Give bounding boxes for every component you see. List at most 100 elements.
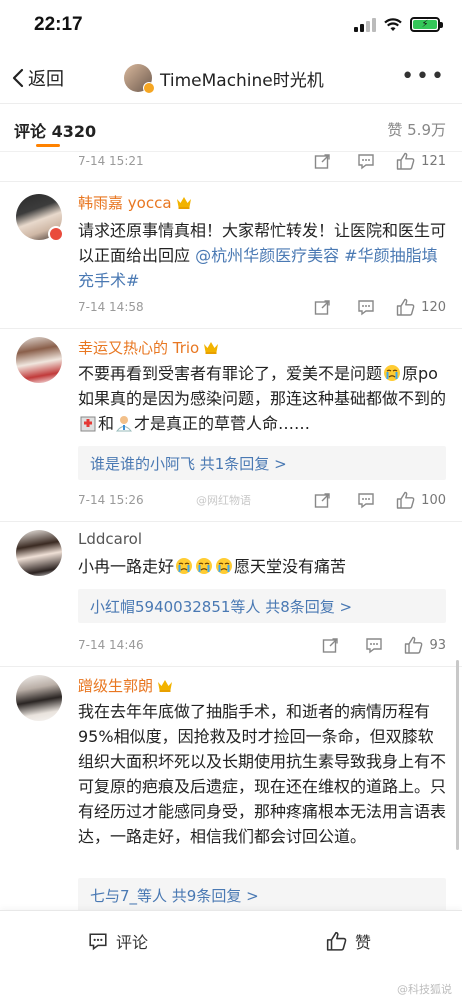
- verified-badge-icon: [143, 82, 155, 94]
- comment-text-body: 和: [98, 414, 115, 433]
- share-button[interactable]: [300, 492, 344, 509]
- comment-text: 我在去年年底做了抽脂手术，和逝者的病情历程有95%相似度，因抢救及时才捡回一条命…: [78, 702, 447, 846]
- more-button[interactable]: •••: [401, 66, 446, 88]
- divider: [0, 181, 462, 182]
- comment-meta: 7-14 15:21 121: [0, 152, 462, 172]
- share-icon: [314, 299, 330, 315]
- share-button[interactable]: [300, 299, 344, 316]
- comment-text: 请求还原事情真相！大家帮忙转发！让医院和医生可以正面给出回应 @杭州华颜医疗美容…: [78, 218, 448, 293]
- comment-actions: 121: [300, 152, 446, 170]
- nav-title[interactable]: TimeMachine时光机: [124, 64, 324, 94]
- reply-thread-link[interactable]: 七与7_等人 共9条回复 >: [78, 878, 446, 910]
- comment-button-label: 评论: [116, 933, 149, 952]
- doctor-emoji-icon: [115, 416, 133, 432]
- comment-actions: 100: [300, 491, 446, 509]
- comment-actions: 93: [308, 636, 446, 654]
- comment-time: 7-14 14:58: [78, 300, 144, 314]
- like-button[interactable]: 100: [396, 491, 446, 509]
- bottom-action-bar: 评论 赞 @科技狐说: [0, 910, 462, 1000]
- comment-meta: 7-14 14:46 93: [0, 636, 462, 656]
- user-avatar[interactable]: [16, 530, 62, 576]
- comment-text: 小冉一路走好 愿天堂没有痛苦: [78, 554, 448, 579]
- share-icon: [322, 637, 338, 653]
- comment-icon: [89, 933, 107, 950]
- comment-actions: 120: [300, 298, 446, 316]
- like-button[interactable]: 120: [396, 298, 446, 316]
- thumbs-up-icon: [396, 152, 415, 170]
- username-text: 蹭级生郭朗: [78, 677, 154, 695]
- share-button[interactable]: [300, 153, 344, 170]
- like-button-label: 赞: [355, 933, 372, 952]
- like-count: 120: [421, 299, 446, 315]
- comment-meta: 7-14 14:58 120: [0, 298, 462, 318]
- wifi-icon: [384, 17, 402, 31]
- account-name: TimeMachine时光机: [160, 70, 324, 91]
- like-button[interactable]: 121: [396, 152, 446, 170]
- like-count: 93: [429, 637, 446, 653]
- comment-icon: [358, 299, 374, 315]
- username[interactable]: Lddcarol: [78, 530, 142, 548]
- status-bar: 22:17 ⚡: [0, 0, 462, 52]
- back-label: 返回: [28, 69, 64, 90]
- thumbs-up-icon: [405, 636, 423, 654]
- like-button-main[interactable]: 赞: [326, 929, 371, 953]
- like-button[interactable]: 93: [404, 636, 446, 654]
- tab-active-indicator: [36, 144, 60, 147]
- account-avatar: [124, 64, 155, 94]
- tab-comments-count: 4320: [51, 122, 97, 141]
- signal-icon: [354, 17, 376, 32]
- verified-badge-icon: [48, 226, 64, 242]
- tab-comments[interactable]: 评论 4320: [14, 118, 96, 142]
- back-button[interactable]: 返回: [12, 65, 64, 91]
- scrollbar[interactable]: [456, 660, 459, 850]
- comment-time: 7-14 15:21: [78, 154, 144, 168]
- crying-emoji-icon: [216, 558, 233, 574]
- crown-badge-icon: [204, 342, 219, 354]
- comment-button[interactable]: 评论: [88, 929, 148, 953]
- comment-text-body: 愿天堂没有痛苦: [234, 557, 347, 576]
- hospital-emoji-icon: [80, 416, 96, 432]
- reply-thread-link[interactable]: 小红帽5940032851等人 共8条回复 >: [78, 589, 446, 623]
- comment-text-body: 小冉一路走好: [78, 557, 175, 576]
- comment-list[interactable]: 7-14 15:21 121 韩雨嘉 yocca 请求还原事情真相！大家帮忙转发…: [0, 152, 462, 910]
- comment-icon: [358, 492, 374, 508]
- divider: [0, 328, 462, 329]
- crying-emoji-icon: [384, 365, 401, 381]
- username[interactable]: 蹭级生郭朗: [78, 675, 173, 696]
- username-text: 幸运又热心的 Trio: [78, 339, 200, 357]
- crying-emoji-icon: [176, 558, 193, 574]
- reply-thread-link[interactable]: 谁是谁的小阿飞 共1条回复 >: [78, 446, 446, 480]
- tab-likes[interactable]: 赞 5.9万: [387, 119, 446, 140]
- share-button[interactable]: [308, 637, 352, 654]
- watermark: @科技狐说: [397, 983, 452, 996]
- divider: [0, 666, 462, 667]
- like-count: 121: [421, 153, 446, 169]
- divider: [0, 521, 462, 522]
- tab-bar: 评论 4320 赞 5.9万: [0, 104, 462, 152]
- reply-button[interactable]: [344, 299, 388, 316]
- crying-emoji-icon: [196, 558, 213, 574]
- status-time: 22:17: [34, 14, 83, 35]
- username[interactable]: 幸运又热心的 Trio: [78, 337, 219, 358]
- battery-icon: ⚡: [410, 17, 443, 32]
- comment-time: 7-14 14:46: [78, 638, 144, 652]
- like-count: 100: [421, 492, 446, 508]
- user-avatar[interactable]: [16, 675, 62, 721]
- watermark: @网红物语: [196, 494, 251, 507]
- thumbs-up-icon: [396, 298, 415, 316]
- status-icons: ⚡: [354, 17, 443, 32]
- share-icon: [314, 153, 330, 169]
- crown-badge-icon: [176, 197, 191, 209]
- reply-button[interactable]: [344, 153, 388, 170]
- username[interactable]: 韩雨嘉 yocca: [78, 192, 192, 213]
- comment-text: 不要再看到受害者有罪论了，爱美不是问题 原po如果真的是因为感染问题，那连这种基础…: [78, 361, 448, 436]
- tab-comments-label: 评论: [14, 122, 47, 141]
- username-text: 韩雨嘉 yocca: [78, 194, 172, 212]
- reply-button[interactable]: [352, 637, 396, 654]
- thumbs-up-icon: [326, 931, 347, 951]
- user-avatar[interactable]: [16, 337, 62, 383]
- comment-icon: [366, 637, 383, 653]
- thumbs-up-icon: [396, 491, 415, 509]
- reply-button[interactable]: [344, 492, 388, 509]
- nav-bar: 返回 TimeMachine时光机 •••: [0, 52, 462, 104]
